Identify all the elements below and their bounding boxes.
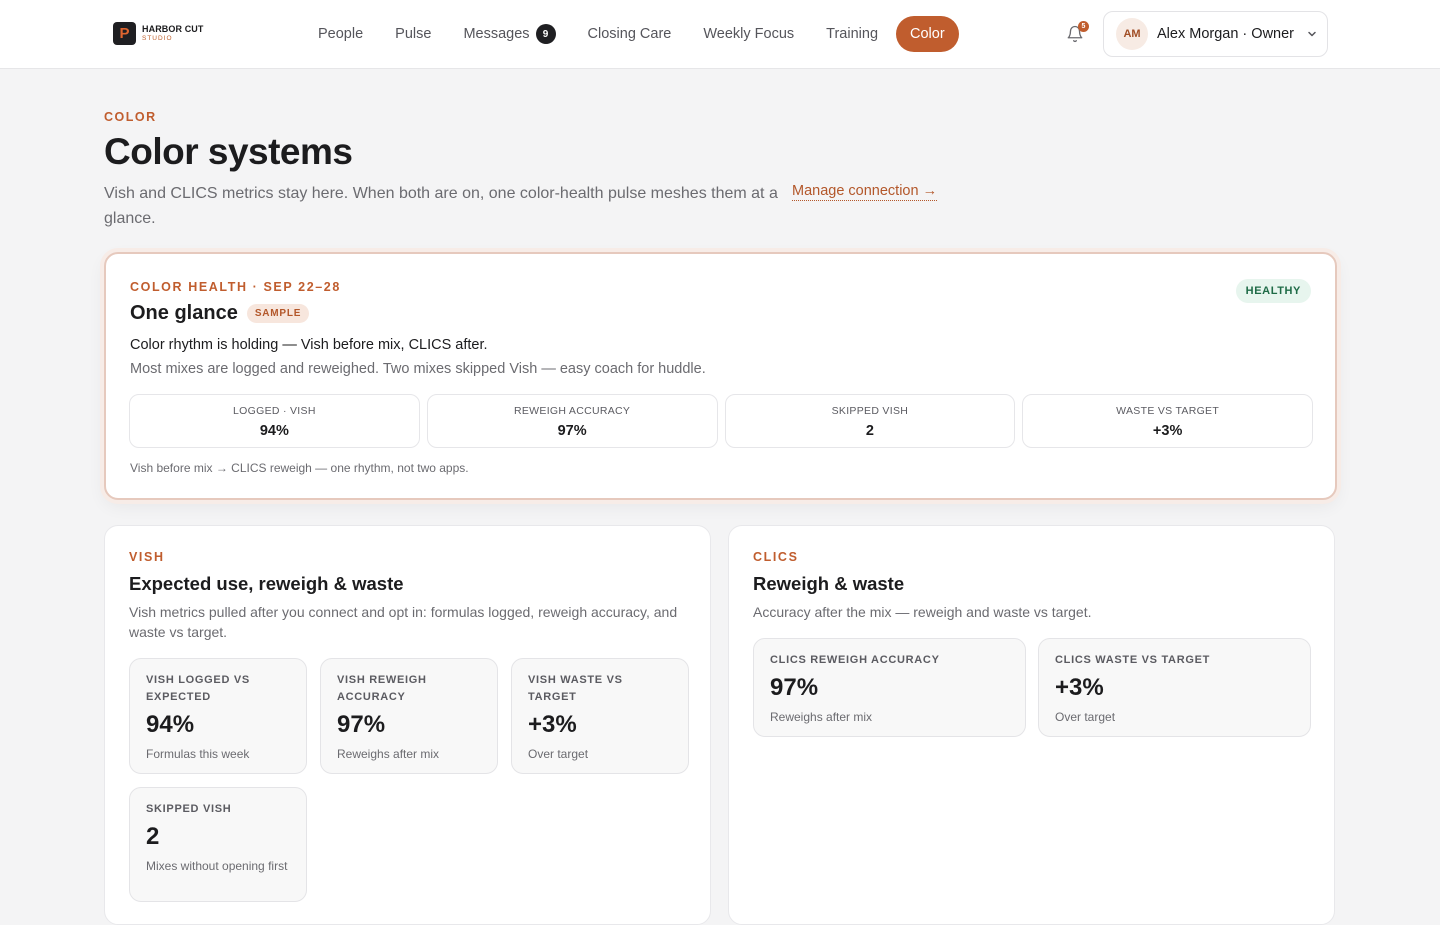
metric-tile: VISH WASTE VS TARGET +3% Over target (511, 658, 689, 774)
notification-count-badge: 5 (1078, 21, 1089, 32)
vish-metrics: VISH LOGGED VS EXPECTED 94% Formulas thi… (129, 658, 689, 902)
brand-subtitle: STUDIO (142, 34, 173, 42)
glance-headline: Color rhythm is holding — Vish before mi… (130, 337, 488, 353)
metric-caption: Mixes without opening first (146, 859, 288, 873)
glance-title-text: One glance (130, 302, 238, 324)
metric-label: CLICS REWEIGH ACCURACY (770, 654, 940, 666)
glance-stats: LOGGED · VISH 94% REWEIGH ACCURACY 97% S… (129, 394, 1313, 448)
stat-label: REWEIGH ACCURACY (514, 405, 631, 417)
nav-label: Closing Care (587, 26, 672, 42)
clics-card: CLICS Reweigh & waste Accuracy after the… (728, 525, 1335, 925)
nav-item-messages[interactable]: Messages 9 (447, 16, 571, 52)
metric-value: 97% (337, 711, 386, 738)
glance-stat-reweigh: REWEIGH ACCURACY 97% (426, 394, 718, 448)
brand-name: HARBOR CUT (142, 23, 204, 34)
clics-metrics: CLICS REWEIGH ACCURACY 97% Reweighs afte… (753, 638, 1311, 737)
metric-tile: CLICS WASTE VS TARGET +3% Over target (1038, 638, 1311, 737)
vish-description: Vish metrics pulled after you connect an… (129, 604, 678, 640)
clics-eyebrow: CLICS (753, 550, 799, 564)
nav-label: Weekly Focus (703, 26, 795, 42)
glance-stat-waste: WASTE VS TARGET +3% (1022, 394, 1313, 448)
nav-label: Messages (463, 26, 530, 42)
glance-footnote: Vish before mix → CLICS reweigh — one rh… (130, 461, 469, 475)
metric-label: VISH WASTE VS TARGET (528, 674, 623, 703)
logo-mark-icon: P (113, 22, 136, 45)
nav-item-people[interactable]: People (302, 16, 379, 52)
metric-value: +3% (1055, 674, 1104, 701)
glance-subline: Most mixes are logged and reweighed. Two… (130, 361, 706, 377)
stat-value: 97% (557, 423, 587, 439)
top-navbar: P HARBOR CUT STUDIO People Pulse Message… (0, 0, 1440, 69)
nav-item-color[interactable]: Color (896, 16, 959, 52)
stat-label: WASTE VS TARGET (1116, 405, 1220, 417)
color-health-title: One glance SAMPLE (130, 302, 310, 325)
user-name: Alex Morgan · Owner (1157, 26, 1294, 42)
metric-value: 2 (146, 823, 160, 850)
metric-value: 94% (146, 711, 195, 738)
color-health-card: COLOR HEALTH · SEP 22–28 One glance SAMP… (104, 252, 1337, 500)
glance-stat-skipped: SKIPPED VISH 2 (724, 394, 1016, 448)
vish-eyebrow: VISH (129, 550, 165, 564)
chevron-down-icon (1308, 31, 1316, 37)
main-nav: People Pulse Messages 9 Closing Care Week… (302, 16, 959, 52)
page-title: Color systems (104, 131, 353, 172)
color-health-eyebrow: COLOR HEALTH · SEP 22–28 (130, 280, 341, 294)
manage-connection-link[interactable]: Manage connection → (792, 183, 938, 201)
nav-label: People (318, 26, 364, 42)
metric-label: CLICS WASTE VS TARGET (1055, 654, 1211, 666)
metric-tile: SKIPPED VISH 2 Mixes without opening fir… (129, 787, 307, 902)
sample-badge: SAMPLE (246, 304, 310, 323)
metric-value: +3% (528, 711, 577, 738)
status-badge: HEALTHY (1235, 279, 1311, 303)
clics-title: Reweigh & waste (753, 573, 905, 594)
metric-tile: VISH REWEIGH ACCURACY 97% Reweighs after… (320, 658, 498, 774)
messages-count-badge: 9 (535, 24, 556, 44)
page-eyebrow: COLOR (104, 110, 157, 124)
stat-label: LOGGED · VISH (233, 405, 316, 417)
nav-item-training[interactable]: Training (810, 16, 894, 52)
brand-logo[interactable]: P HARBOR CUT STUDIO (113, 22, 204, 45)
nav-label: Color (910, 26, 945, 42)
stat-value: 2 (865, 423, 874, 439)
metric-caption: Formulas this week (146, 747, 250, 761)
avatar: AM (1116, 18, 1148, 50)
metric-value: 97% (770, 674, 819, 701)
clics-description: Accuracy after the mix — reweigh and was… (753, 604, 1092, 620)
user-menu-button[interactable]: AM Alex Morgan · Owner (1103, 11, 1328, 57)
metric-caption: Reweighs after mix (770, 710, 873, 724)
notifications-button[interactable]: 5 (1066, 21, 1089, 45)
nav-label: Training (826, 26, 879, 42)
metric-caption: Reweighs after mix (337, 747, 440, 761)
metric-label: VISH REWEIGH ACCURACY (337, 674, 427, 703)
nav-item-closing-care[interactable]: Closing Care (572, 16, 688, 52)
stat-label: SKIPPED VISH (831, 405, 909, 417)
nav-item-weekly-focus[interactable]: Weekly Focus (687, 16, 810, 52)
nav-label: Pulse (395, 26, 432, 42)
vish-card: VISH Expected use, reweigh & waste Vish … (104, 525, 711, 925)
metric-tile: VISH LOGGED VS EXPECTED 94% Formulas thi… (129, 658, 307, 774)
metric-caption: Over target (528, 747, 589, 761)
vish-title: Expected use, reweigh & waste (129, 573, 404, 594)
nav-item-pulse[interactable]: Pulse (379, 16, 447, 52)
stat-value: +3% (1152, 423, 1183, 439)
metric-label: VISH LOGGED VS EXPECTED (146, 674, 250, 703)
stat-value: 94% (259, 423, 289, 439)
metric-tile: CLICS REWEIGH ACCURACY 97% Reweighs afte… (753, 638, 1026, 737)
metric-label: SKIPPED VISH (146, 803, 232, 815)
metric-caption: Over target (1055, 710, 1116, 724)
page-description: Vish and CLICS metrics stay here. When b… (104, 185, 778, 227)
glance-stat-logged: LOGGED · VISH 94% (129, 394, 420, 448)
